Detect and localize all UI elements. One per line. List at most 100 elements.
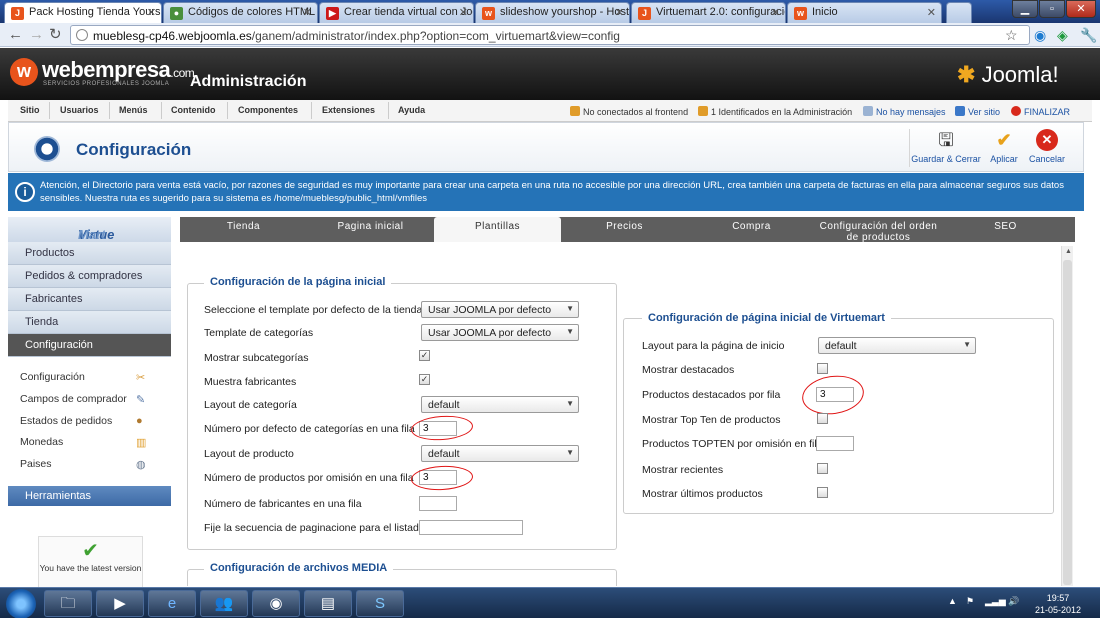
browser-tab[interactable]: ▶ Crear tienda virtual con Joo ✕	[319, 2, 474, 23]
show-featured-checkbox[interactable]	[817, 363, 828, 374]
scroll-thumb[interactable]	[1063, 260, 1072, 585]
sidebar-item-configuracion[interactable]: Configuración	[8, 334, 171, 357]
browser-tab[interactable]: w Inicio ✕	[787, 2, 942, 23]
subitem-configuracion[interactable]: Configuración	[20, 371, 85, 383]
network-icon[interactable]: ▂▃▅	[985, 596, 1006, 607]
browser-tab[interactable]: w slideshow yourshop - Hosti ✕	[475, 2, 630, 23]
star-icon[interactable]: ☆	[1005, 27, 1018, 43]
subitem-estados-pedidos[interactable]: Estados de pedidos	[20, 415, 112, 427]
pagination-sequence-input[interactable]	[419, 520, 523, 535]
menu-ayuda[interactable]: Ayuda	[398, 105, 425, 115]
sidebar-item-fabricantes[interactable]: Fabricantes	[8, 288, 171, 311]
product-layout-select[interactable]: default ▼	[421, 445, 579, 462]
messenger-taskbar-icon[interactable]: 👥	[200, 590, 248, 617]
extension-icon[interactable]: ◈	[1057, 27, 1068, 43]
field-label: Número por defecto de categorías en una …	[204, 423, 415, 435]
maximize-button[interactable]: ▫	[1039, 0, 1065, 18]
url-input[interactable]: mueblesg-cp46.webjoomla.es/ganem/adminis…	[70, 25, 1030, 45]
topten-per-row-input[interactable]	[816, 436, 854, 451]
forward-icon[interactable]: →	[29, 26, 44, 44]
media-player-taskbar-icon[interactable]: ▶	[96, 590, 144, 617]
show-manufacturers-checkbox[interactable]: ✓	[419, 374, 430, 385]
close-window-button[interactable]: ✕	[1066, 0, 1096, 18]
explorer-taskbar-icon[interactable]: 🗀	[44, 590, 92, 617]
wrench-icon[interactable]: 🔧	[1080, 27, 1097, 43]
category-layout-select[interactable]: default ▼	[421, 396, 579, 413]
show-topten-checkbox[interactable]	[817, 413, 828, 424]
view-site-link[interactable]: Ver sitio	[955, 106, 1000, 117]
close-icon[interactable]: ✕	[927, 6, 936, 19]
home-layout-select[interactable]: default ▼	[818, 337, 976, 354]
show-subcategories-checkbox[interactable]: ✓	[419, 350, 430, 361]
flag-icon[interactable]: ⚑	[966, 596, 974, 607]
scroll-up-icon[interactable]: ▲	[1065, 248, 1072, 255]
extension-icon[interactable]: ◉	[1034, 27, 1046, 43]
show-latest-checkbox[interactable]	[817, 487, 828, 498]
browser-tab[interactable]: J Virtuemart 2.0: configuració ✕	[631, 2, 786, 23]
save-close-button[interactable]: 🖫 Guardar & Cerrar	[908, 129, 984, 164]
tab-plantillas[interactable]: Plantillas	[434, 217, 561, 244]
skype-taskbar-icon[interactable]: S	[356, 590, 404, 617]
close-icon[interactable]: ✕	[615, 6, 624, 19]
tab-compra[interactable]: Compra	[688, 217, 815, 242]
menu-componentes[interactable]: Componentes	[238, 105, 298, 115]
admin-status: 1 Identificados en la Administración	[698, 106, 852, 117]
back-icon[interactable]: ←	[8, 26, 23, 44]
wrench-icon: ✂	[136, 372, 146, 384]
logout-link[interactable]: FINALIZAR	[1011, 106, 1070, 117]
new-tab-button[interactable]	[946, 2, 972, 23]
clock-date: 21-05-2012	[1034, 605, 1082, 615]
tab-precios[interactable]: Precios	[561, 217, 688, 242]
chrome-taskbar-icon[interactable]: ◉	[252, 590, 300, 617]
sidebar-item-productos[interactable]: Productos	[8, 242, 171, 265]
menu-usuarios[interactable]: Usuarios	[60, 105, 99, 115]
manufacturers-per-row-input[interactable]	[419, 496, 457, 511]
subitem-campos-comprador[interactable]: Campos de comprador	[20, 393, 127, 405]
browser-tab[interactable]: J Pack Hosting Tienda Yoursl ✕	[4, 2, 162, 23]
template-category-select[interactable]: Usar JOOMLA por defecto ▼	[421, 324, 579, 341]
subitem-monedas[interactable]: Monedas	[20, 436, 63, 448]
minimize-button[interactable]: ▁	[1012, 0, 1038, 18]
menu-sitio[interactable]: Sitio	[20, 105, 40, 115]
field-label: Mostrar Top Ten de productos	[642, 414, 781, 426]
tab-tienda[interactable]: Tienda	[180, 217, 307, 242]
virtuemart-logo[interactable]: Virtue Mart	[8, 217, 171, 243]
sidebar-item-pedidos[interactable]: Pedidos & compradores	[8, 265, 171, 288]
volume-icon[interactable]: 🔊	[1008, 596, 1019, 607]
messages-link[interactable]: No hay mensajes	[863, 106, 946, 117]
menu-contenido[interactable]: Contenido	[171, 105, 216, 115]
reload-icon[interactable]: ↻	[49, 26, 62, 44]
close-icon[interactable]: ✕	[771, 6, 780, 19]
template-store-select[interactable]: Usar JOOMLA por defecto ▼	[421, 301, 579, 318]
chevron-down-icon: ▼	[566, 448, 574, 457]
joomla-icon: J	[638, 7, 651, 20]
tab-seo[interactable]: SEO	[942, 217, 1069, 242]
menu-menus[interactable]: Menús	[119, 105, 148, 115]
content-scrollbar[interactable]: ▲	[1061, 246, 1073, 586]
app-taskbar-icon[interactable]: ▤	[304, 590, 352, 617]
browser-tab[interactable]: ● Códigos de colores HTML ✕	[163, 2, 318, 23]
close-icon[interactable]: ✕	[459, 6, 468, 19]
system-clock[interactable]: 19:57 21-05-2012	[1030, 592, 1086, 616]
cancel-button[interactable]: ✕ Cancelar	[1026, 129, 1068, 164]
field-label: Seleccione el template por defecto de la…	[204, 304, 423, 316]
tab-pagina-inicial[interactable]: Pagina inicial	[307, 217, 434, 242]
show-recent-checkbox[interactable]	[817, 463, 828, 474]
close-icon[interactable]: ✕	[147, 6, 156, 19]
brand-logo[interactable]: webempresa.com	[42, 57, 195, 83]
start-button[interactable]	[6, 589, 36, 618]
ie-taskbar-icon[interactable]: e	[148, 590, 196, 617]
tray-chevron-icon[interactable]: ▲	[948, 596, 957, 606]
field-label: Layout de producto	[204, 448, 294, 460]
url-path: /ganem/administrator/index.php?option=co…	[251, 29, 620, 43]
menu-extensiones[interactable]: Extensiones	[322, 105, 375, 115]
page-title: Configuración	[76, 140, 192, 159]
windows-taskbar: 🗀 ▶ e 👥 ◉ ▤ S ▲ ⚑ ▂▃▅ 🔊 19:57 21-05-2012	[0, 587, 1100, 618]
subitem-paises[interactable]: Paises	[20, 458, 52, 470]
close-icon[interactable]: ✕	[303, 6, 312, 19]
apply-button[interactable]: ✔ Aplicar	[985, 129, 1023, 164]
sidebar-item-tienda[interactable]: Tienda	[8, 311, 171, 334]
sidebar-item-herramientas[interactable]: Herramientas	[8, 486, 171, 506]
tab-orden-productos[interactable]: Configuración del orden de productos	[815, 217, 942, 243]
pencil-icon: ✎	[136, 394, 146, 406]
